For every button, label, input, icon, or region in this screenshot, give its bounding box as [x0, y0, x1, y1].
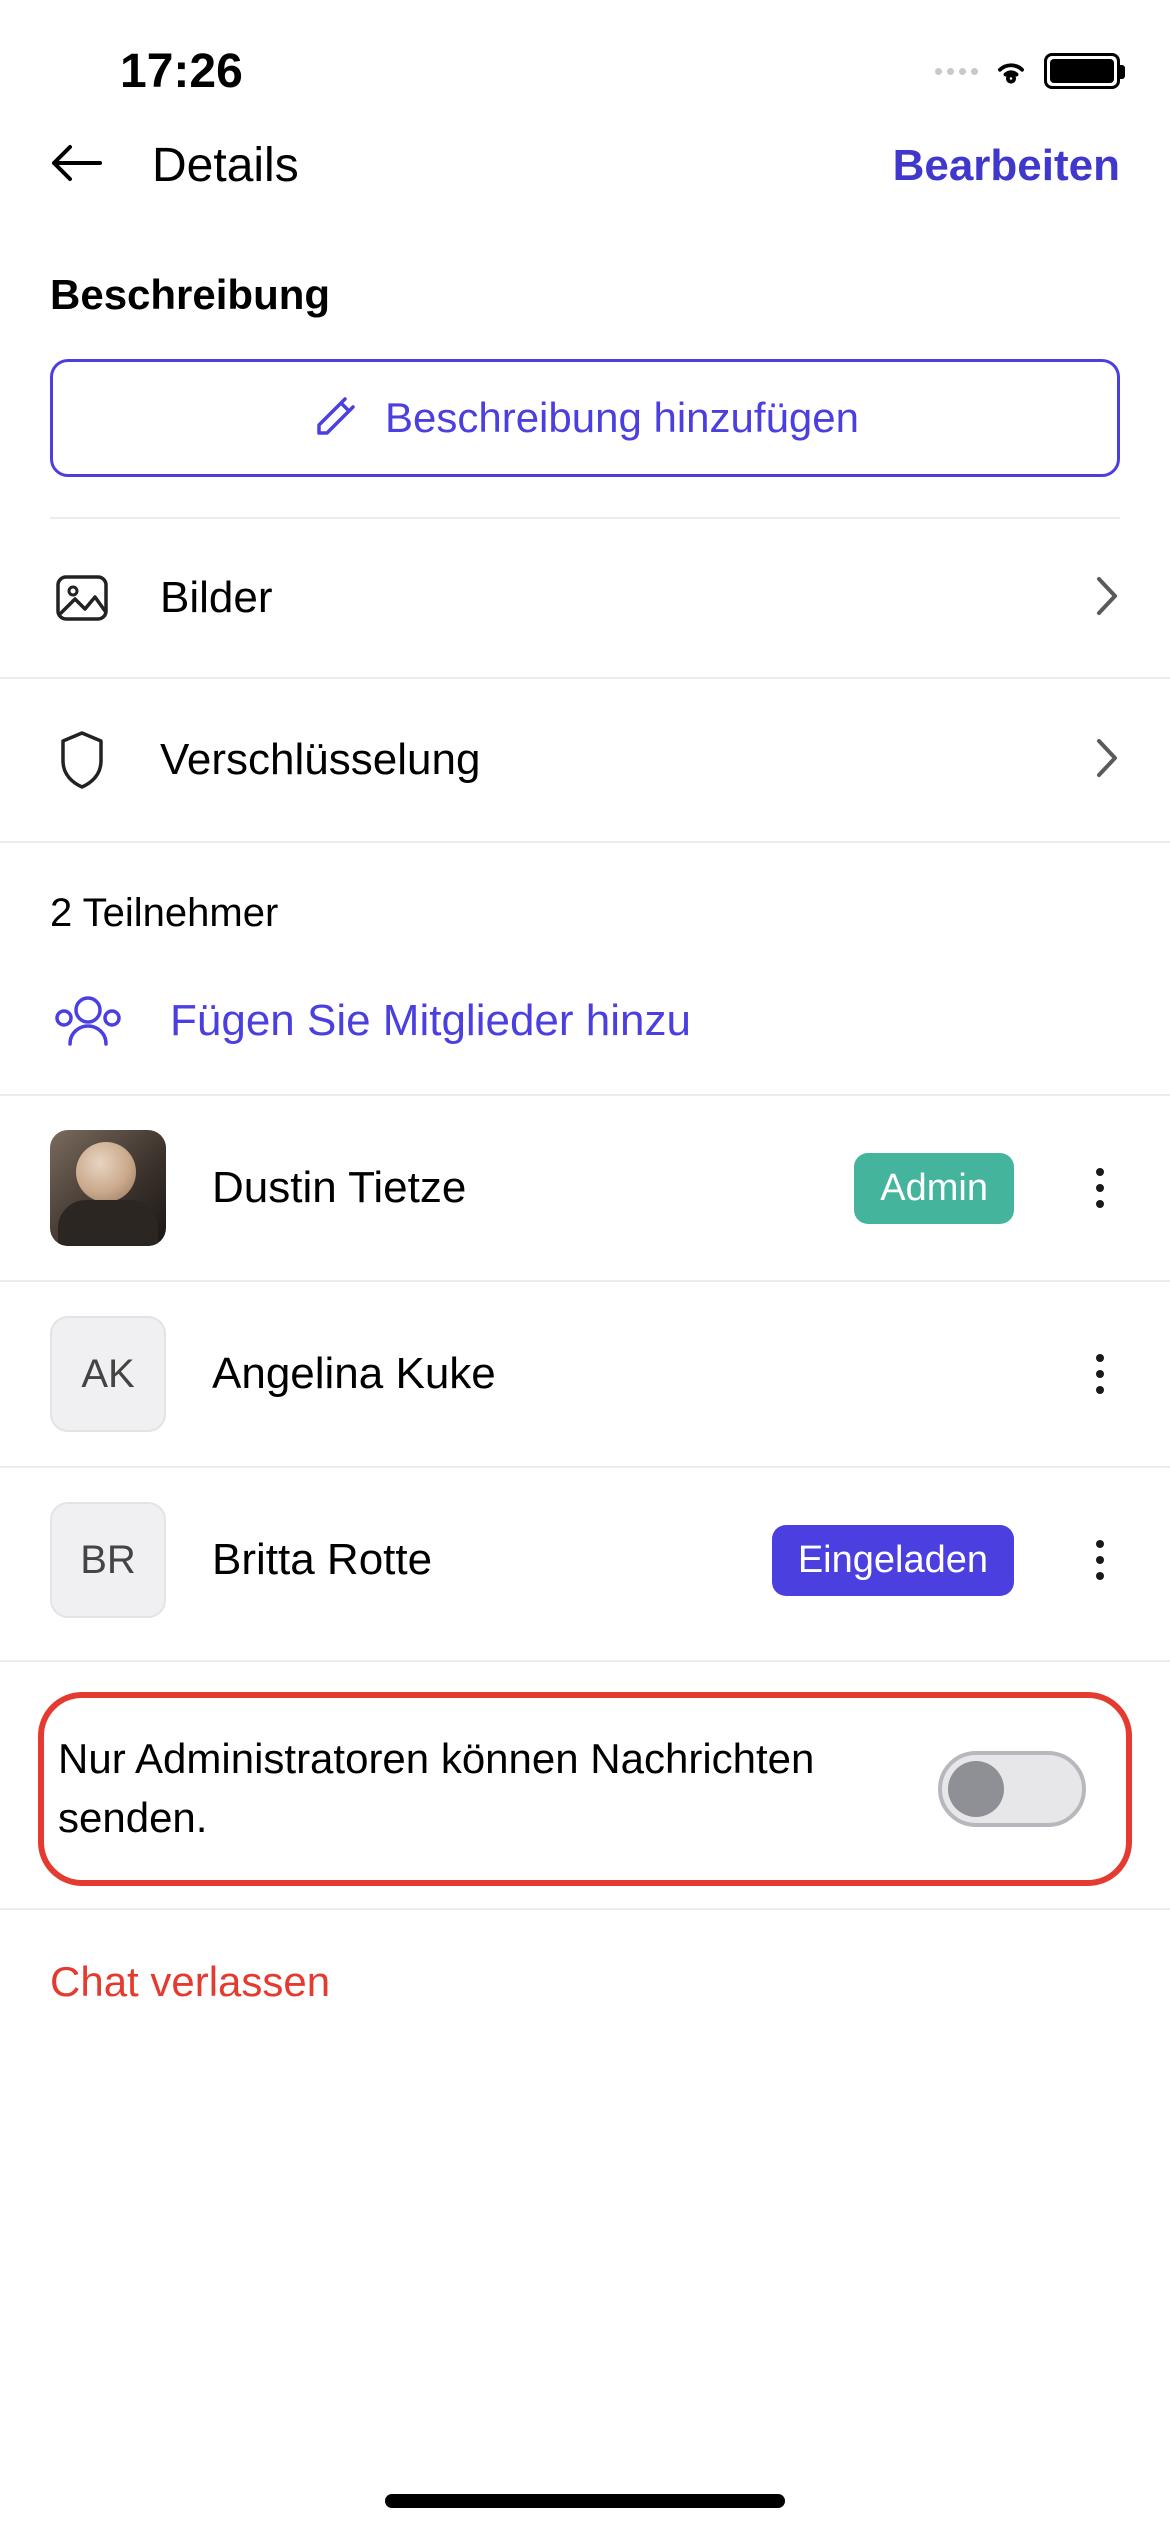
pencil-icon: [311, 395, 357, 441]
chevron-right-icon: [1094, 737, 1120, 784]
add-members-button[interactable]: Fügen Sie Mitglieder hinzu: [0, 966, 1170, 1094]
encryption-row[interactable]: Verschlüsselung: [0, 679, 1170, 843]
navbar: Details Bearbeiten: [0, 120, 1170, 211]
status-bar: 17:26: [0, 0, 1170, 120]
encryption-label: Verschlüsselung: [160, 735, 1094, 785]
wifi-icon: [992, 50, 1030, 93]
shield-icon: [50, 729, 114, 791]
more-menu-button[interactable]: [1080, 1540, 1120, 1580]
member-row[interactable]: BR Britta Rotte Eingeladen: [0, 1468, 1170, 1652]
admin-badge: Admin: [854, 1153, 1014, 1224]
add-description-button[interactable]: Beschreibung hinzufügen: [50, 359, 1120, 477]
admin-only-toggle-row: Nur Administratoren können Nachrichten s…: [38, 1692, 1132, 1886]
images-row[interactable]: Bilder: [0, 519, 1170, 679]
admin-only-label: Nur Administratoren können Nachrichten s…: [58, 1730, 908, 1848]
signal-dots-icon: [935, 68, 978, 75]
page-title: Details: [152, 138, 299, 193]
image-icon: [50, 569, 114, 627]
avatar: BR: [50, 1502, 166, 1618]
member-name: Angelina Kuke: [212, 1349, 1014, 1399]
more-menu-button[interactable]: [1080, 1168, 1120, 1208]
arrow-left-icon: [50, 143, 102, 183]
avatar: AK: [50, 1316, 166, 1432]
edit-button[interactable]: Bearbeiten: [893, 141, 1120, 191]
add-members-label: Fügen Sie Mitglieder hinzu: [170, 996, 691, 1046]
member-row[interactable]: AK Angelina Kuke: [0, 1282, 1170, 1468]
home-indicator[interactable]: [385, 2494, 785, 2508]
status-indicators: [935, 50, 1120, 93]
avatar: [50, 1130, 166, 1246]
more-menu-button[interactable]: [1080, 1354, 1120, 1394]
back-button[interactable]: [50, 143, 102, 188]
member-row[interactable]: Dustin Tietze Admin: [0, 1094, 1170, 1282]
people-plus-icon: [50, 994, 124, 1048]
leave-chat-button[interactable]: Chat verlassen: [0, 1908, 1170, 2054]
status-time: 17:26: [120, 44, 243, 99]
add-description-label: Beschreibung hinzufügen: [385, 394, 859, 442]
images-label: Bilder: [160, 573, 1094, 623]
description-label: Beschreibung: [0, 211, 1170, 349]
member-name: Britta Rotte: [212, 1535, 726, 1585]
member-name: Dustin Tietze: [212, 1163, 808, 1213]
admin-only-toggle[interactable]: [938, 1751, 1086, 1827]
screen: { "status": { "time": "17:26" }, "nav": …: [0, 0, 1170, 2532]
invited-badge: Eingeladen: [772, 1525, 1014, 1596]
participants-count: 2 Teilnehmer: [0, 843, 1170, 966]
battery-icon: [1044, 53, 1120, 89]
chevron-right-icon: [1094, 575, 1120, 622]
